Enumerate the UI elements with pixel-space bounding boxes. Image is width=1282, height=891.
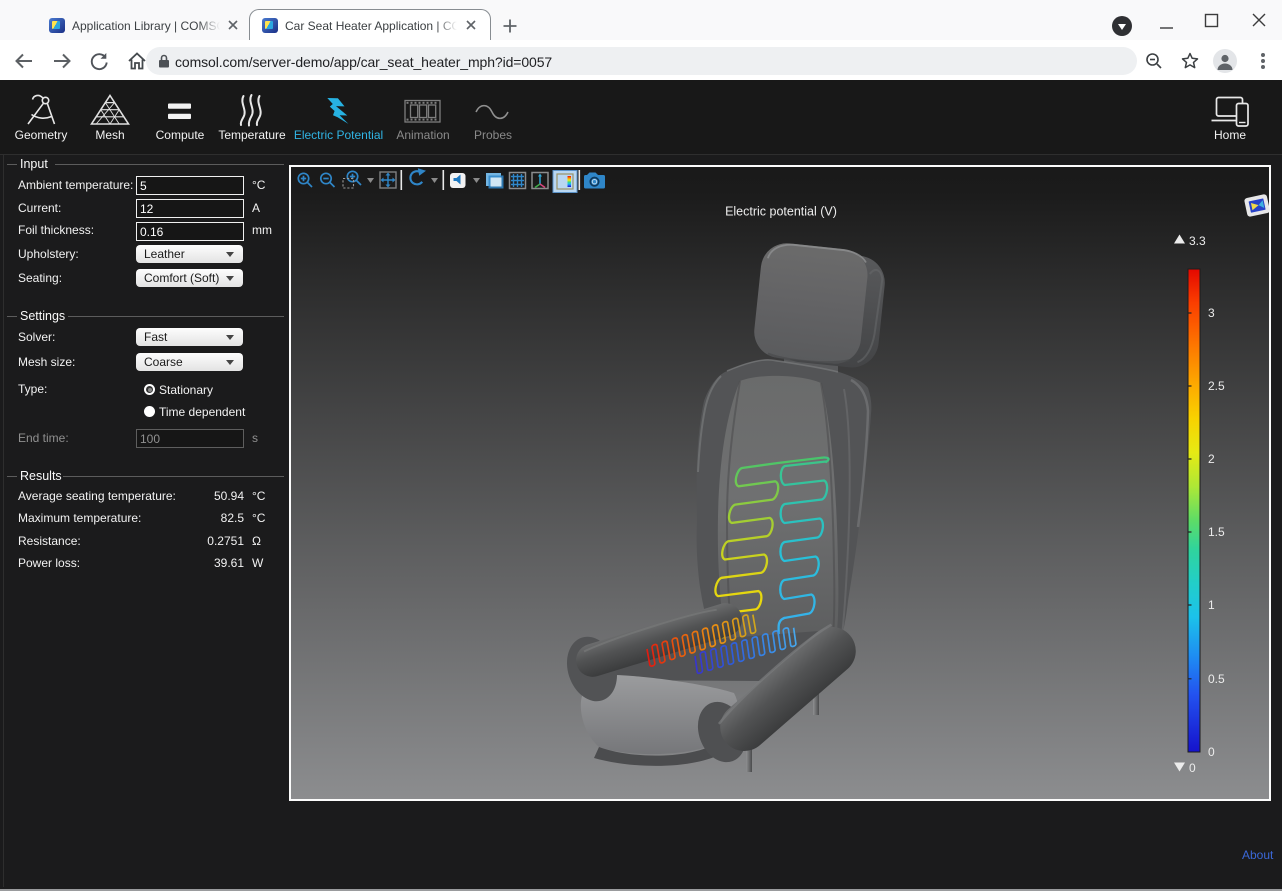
svg-text:2.5: 2.5 xyxy=(1208,379,1225,393)
svg-text:Electric potential (V): Electric potential (V) xyxy=(725,205,837,219)
svg-text:0.5: 0.5 xyxy=(1208,672,1225,686)
svg-text:0: 0 xyxy=(1208,745,1215,759)
svg-text:0: 0 xyxy=(1189,761,1196,775)
svg-text:1: 1 xyxy=(1208,598,1215,612)
svg-text:3.3: 3.3 xyxy=(1189,234,1206,248)
svg-text:3: 3 xyxy=(1208,306,1215,320)
svg-text:1.5: 1.5 xyxy=(1208,525,1225,539)
svg-text:2: 2 xyxy=(1208,452,1215,466)
